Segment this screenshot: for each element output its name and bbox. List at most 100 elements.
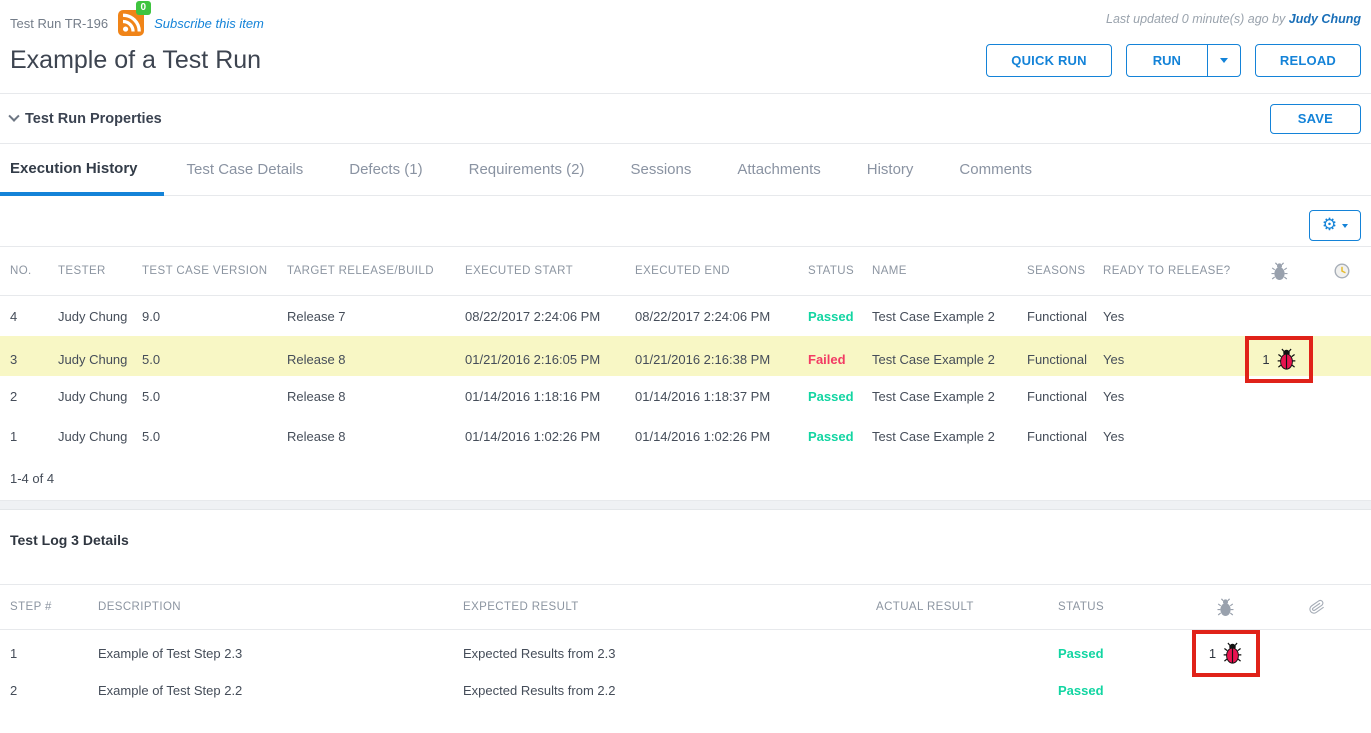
status-badge: Failed [808,352,872,367]
cell-start: 01/21/2016 2:16:05 PM [465,352,635,367]
caret-down-icon [1342,224,1348,228]
updated-by-user-link[interactable]: Judy Chung [1289,12,1361,26]
quick-run-button[interactable]: QUICK RUN [986,44,1111,77]
header-actions: QUICK RUN RUN RELOAD [986,44,1361,77]
rss-feed-icon[interactable]: 0 [118,10,144,36]
col-seasons[interactable]: SEASONS [1027,265,1103,277]
tab-test-case-details[interactable]: Test Case Details [164,144,327,195]
cell-name: Test Case Example 2 [872,429,1027,444]
subscription-count-badge: 0 [136,1,152,15]
cell-end: 01/21/2016 2:16:38 PM [635,352,808,367]
cell-tester: Judy Chung [58,429,142,444]
col-test-case-version[interactable]: TEST CASE VERSION [142,265,287,277]
execution-row-selected[interactable]: 3 Judy Chung 5.0 Release 8 01/21/2016 2:… [0,336,1371,376]
test-run-properties-toggle[interactable]: Test Run Properties [10,111,162,127]
cell-name: Test Case Example 2 [872,309,1027,324]
cell-step: 2 [10,683,98,698]
cell-description: Example of Test Step 2.3 [98,646,463,661]
tab-bar: Execution History Test Case Details Defe… [0,144,1371,196]
cell-description: Example of Test Step 2.2 [98,683,463,698]
step-row[interactable]: 2 Example of Test Step 2.2 Expected Resu… [0,670,1371,710]
caret-down-icon [1220,58,1228,63]
status-badge: Passed [1058,683,1188,698]
pagination-label: 1-4 of 4 [0,456,1371,501]
cell-defects: 1 [1188,630,1263,677]
cell-expected: Expected Results from 2.2 [463,683,876,698]
run-dropdown-button[interactable] [1207,45,1240,76]
execution-row[interactable]: 2 Judy Chung 5.0 Release 8 01/14/2016 1:… [0,376,1371,416]
page-header: Test Run TR-196 0 Subscribe this item La… [0,0,1371,94]
cell-ready: Yes [1103,429,1245,444]
col-attachments[interactable] [1263,598,1371,616]
col-executed-start[interactable]: EXECUTED START [465,265,635,277]
defect-count: 1 [1209,646,1216,661]
cell-end: 01/14/2016 1:02:26 PM [635,429,808,444]
cell-step: 1 [10,646,98,661]
col-status[interactable]: STATUS [1058,601,1188,613]
subscribe-link[interactable]: Subscribe this item [154,16,264,31]
execution-history-table: NO. TESTER TEST CASE VERSION TARGET RELE… [0,246,1371,456]
col-no[interactable]: NO. [10,265,58,277]
test-run-properties-section: Test Run Properties SAVE [0,94,1371,144]
cell-seasons: Functional [1027,389,1103,404]
reload-button[interactable]: RELOAD [1255,44,1361,77]
tab-requirements[interactable]: Requirements (2) [446,144,608,195]
tab-comments[interactable]: Comments [936,144,1055,195]
cell-no: 1 [10,429,58,444]
col-tester[interactable]: TESTER [58,265,142,277]
tab-sessions[interactable]: Sessions [608,144,715,195]
cell-tester: Judy Chung [58,352,142,367]
col-name[interactable]: NAME [872,265,1027,277]
tab-attachments[interactable]: Attachments [714,144,843,195]
cell-version: 9.0 [142,309,287,324]
step-row[interactable]: 1 Example of Test Step 2.3 Expected Resu… [0,630,1371,670]
col-ready-to-release[interactable]: READY TO RELEASE? [1103,265,1245,277]
test-log-details-title: Test Log 3 Details [0,510,1371,548]
col-defects[interactable] [1245,262,1313,281]
cell-target: Release 8 [287,352,465,367]
col-step-number[interactable]: STEP # [10,601,98,613]
last-updated-text: Last updated 0 minute(s) ago by Judy Chu… [1106,10,1361,26]
cell-no: 3 [10,352,58,367]
execution-row[interactable]: 4 Judy Chung 9.0 Release 7 08/22/2017 2:… [0,296,1371,336]
col-status[interactable]: STATUS [808,265,872,277]
col-actual-result[interactable]: ACTUAL RESULT [876,601,1058,613]
table-settings-button[interactable]: ⚙ [1309,210,1361,241]
cell-target: Release 8 [287,429,465,444]
cell-name: Test Case Example 2 [872,389,1027,404]
tab-history[interactable]: History [844,144,937,195]
cell-tester: Judy Chung [58,389,142,404]
defect-annotation-box[interactable]: 1 [1245,336,1313,383]
cell-defects: 1 [1245,336,1313,383]
tab-defects[interactable]: Defects (1) [326,144,445,195]
cell-target: Release 7 [287,309,465,324]
cell-version: 5.0 [142,429,287,444]
col-time-tracking[interactable] [1313,263,1371,279]
col-expected-result[interactable]: EXPECTED RESULT [463,601,876,613]
execution-row[interactable]: 1 Judy Chung 5.0 Release 8 01/14/2016 1:… [0,416,1371,456]
item-breadcrumb: Test Run TR-196 [10,16,108,31]
properties-section-title: Test Run Properties [25,111,162,127]
cell-no: 2 [10,389,58,404]
save-button[interactable]: SAVE [1270,104,1361,134]
tab-execution-history[interactable]: Execution History [0,144,164,196]
paperclip-icon [1308,597,1327,618]
defect-annotation-box[interactable]: 1 [1192,630,1260,677]
cell-no: 4 [10,309,58,324]
page-title: Example of a Test Run [10,46,261,75]
col-defects[interactable] [1188,598,1263,617]
col-description[interactable]: DESCRIPTION [98,601,463,613]
cell-seasons: Functional [1027,309,1103,324]
defect-count: 1 [1262,352,1269,367]
run-button[interactable]: RUN [1127,45,1207,76]
gear-icon: ⚙ [1322,217,1337,234]
item-type-label: Test Run [10,16,61,31]
steps-table-header: STEP # DESCRIPTION EXPECTED RESULT ACTUA… [0,584,1371,630]
cell-seasons: Functional [1027,352,1103,367]
cell-target: Release 8 [287,389,465,404]
col-target-release-build[interactable]: TARGET RELEASE/BUILD [287,265,465,277]
cell-ready: Yes [1103,352,1245,367]
cell-version: 5.0 [142,389,287,404]
col-executed-end[interactable]: EXECUTED END [635,265,808,277]
execution-table-header: NO. TESTER TEST CASE VERSION TARGET RELE… [0,246,1371,296]
